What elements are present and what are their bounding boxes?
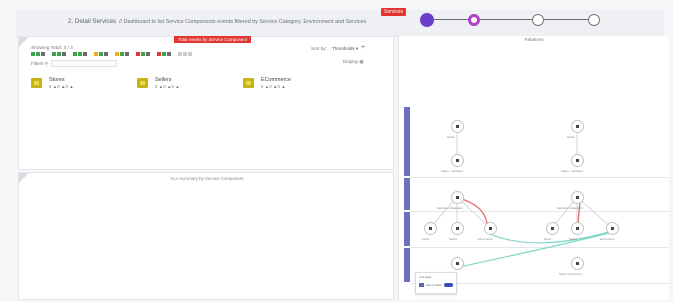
graph-node[interactable]	[451, 222, 464, 235]
legend-swatch	[419, 283, 424, 287]
chevron-down-icon[interactable]: ▾	[243, 37, 246, 43]
graph-node[interactable]	[484, 222, 497, 235]
display-toggle[interactable]: Display ▦	[343, 59, 364, 65]
relations-title: Relations	[524, 37, 544, 42]
sort-select[interactable]: Thresholds ▾	[332, 46, 358, 52]
filters-input[interactable]	[51, 60, 117, 67]
showing-count: Showing Total: 3 / 3	[31, 46, 73, 51]
display-icon: ▦	[359, 59, 364, 64]
legend-toggle[interactable]	[444, 283, 453, 287]
graph-node[interactable]	[571, 120, 584, 133]
status-filter-chip[interactable]	[73, 52, 91, 57]
status-filter-chip[interactable]	[94, 52, 112, 57]
stepper-step-3[interactable]	[532, 14, 544, 26]
stepper-step-2-current[interactable]	[468, 14, 480, 26]
graph-node-label: Sellers	[449, 238, 457, 241]
component-name: Sellers	[155, 77, 172, 83]
component-stats: 0 ▲0 ▲0 ▲	[261, 84, 286, 89]
stepper-step-1[interactable]	[420, 13, 434, 27]
graph-node-label: Sellers · Catalogue	[561, 170, 584, 173]
status-filter-chip[interactable]	[178, 52, 196, 57]
graph-node-label: ECommerce	[478, 238, 493, 241]
panel-tab-total-events[interactable]: Total events by Service Component	[174, 36, 252, 43]
status-filter-chip[interactable]	[157, 52, 175, 57]
graph-node-label: Stores	[422, 238, 430, 241]
graph-node-label: Sellers	[569, 238, 577, 241]
folder-icon	[137, 78, 148, 88]
stepper-step-4[interactable]	[588, 14, 600, 26]
component-name: ECommerce	[261, 77, 291, 83]
status-filter-chip[interactable]	[31, 52, 49, 57]
graph-node[interactable]	[451, 154, 464, 167]
graph-node[interactable]	[451, 191, 464, 204]
status-filter-chip[interactable]	[136, 52, 154, 57]
status-filter-chip[interactable]	[52, 52, 70, 57]
graph-node[interactable]	[571, 154, 584, 167]
component-card-ecommerce[interactable]: ECommerce 0 ▲0 ▲0 ▲	[243, 75, 333, 95]
component-stats: 0 ▲0 ▲0 ▲	[155, 84, 180, 89]
left-column: Total events by Service Component ▾ Show…	[18, 36, 394, 300]
link-legend: Link types Has a relation	[415, 272, 457, 294]
page-subtitle: // Dashboard to list Service Components …	[119, 19, 367, 25]
graph-node-label: Stores	[544, 238, 552, 241]
stepper-connector	[480, 19, 532, 21]
legend-label: Has a relation	[426, 284, 443, 287]
graph-node-label: Mainframe (Database)	[437, 207, 463, 210]
component-name: Stores	[49, 77, 65, 83]
relations-panel: Relations Stores Stores Sellers · Catalo…	[398, 36, 669, 300]
graph-node[interactable]	[451, 257, 464, 270]
graph-node[interactable]	[571, 191, 584, 204]
stepper-connector	[544, 19, 588, 21]
graph-node[interactable]	[546, 222, 559, 235]
components-panel: Total events by Service Component ▾ Show…	[18, 36, 394, 170]
graph-node[interactable]	[606, 222, 619, 235]
graph-node-label: Sellers · Catalogue	[441, 170, 464, 173]
add-icon[interactable]: +	[361, 44, 365, 51]
graph-node[interactable]	[424, 222, 437, 235]
component-card-sellers[interactable]: Sellers 0 ▲0 ▲0 ▲	[137, 75, 227, 95]
graph-node[interactable]	[451, 120, 464, 133]
filters-label: Filters ⚲	[31, 61, 49, 66]
status-filter-chip[interactable]	[115, 52, 133, 57]
folder-icon	[243, 78, 254, 88]
component-stats: 0 ▲0 ▲0 ▲	[49, 84, 74, 89]
stepper-connector	[432, 19, 468, 21]
stage-badge[interactable]: Services	[381, 8, 407, 16]
graph-node-label: Mainframe (Database)	[557, 207, 583, 210]
graph-node-label: Sellers (Consumers)	[559, 273, 583, 276]
panel-corner	[19, 37, 29, 47]
wizard-stepper	[420, 12, 600, 28]
graph-node-label: Stores	[447, 136, 455, 139]
sla-summary-panel: SLA summary by Service Component	[18, 172, 394, 300]
graph-node[interactable]	[571, 222, 584, 235]
search-icon: ⚲	[44, 61, 49, 66]
graph-node[interactable]	[571, 257, 584, 270]
sla-summary-title: SLA summary by Service Component	[170, 176, 244, 181]
folder-icon	[31, 78, 42, 88]
graph-node-label: Stores	[567, 136, 575, 139]
sort-label: Sort by:	[311, 46, 327, 51]
component-card-stores[interactable]: Stores 0 ▲0 ▲0 ▲	[31, 75, 121, 95]
page-title: 2. Detail Services// Dashboard to list S…	[68, 18, 367, 25]
legend-title: Link types	[419, 275, 432, 279]
graph-node-label: ECommerce	[600, 238, 615, 241]
